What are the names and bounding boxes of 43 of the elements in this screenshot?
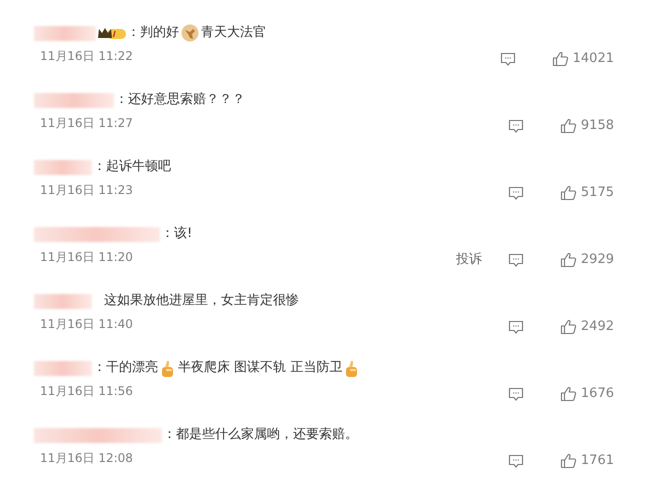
comment-text: 半夜爬床 图谋不轨 正当防卫 <box>178 359 342 378</box>
comment-time: 11月16日 11:23 <box>40 182 133 199</box>
like-count: 5175 <box>580 184 614 202</box>
comment-text: 青天大法官 <box>201 24 266 42</box>
comment-icon[interactable] <box>508 252 524 268</box>
comment-time: 11月16日 11:27 <box>40 115 133 132</box>
comment-icon[interactable] <box>500 52 516 66</box>
comment-text: ：还好意思索赔？？？ <box>115 91 245 110</box>
comment-text: 这如果放他进屋里，女主肯定很惨 <box>104 292 299 310</box>
comment-time: 11月16日 12:08 <box>40 450 133 467</box>
comment-time: 11月16日 11:40 <box>40 316 133 333</box>
blurred-username <box>34 360 92 376</box>
comment-text: ：该! <box>161 225 192 244</box>
report-link[interactable]: 投诉 <box>456 250 482 270</box>
thumbs-up-emoji-icon <box>160 358 176 378</box>
comment-time: 11月16日 11:22 <box>40 48 133 65</box>
comment-text: ：都是些什么家属哟，还要索赔。 <box>163 426 358 444</box>
like-count: 1761 <box>580 452 614 470</box>
comment-text: ：判的好 <box>127 24 179 42</box>
comment-text: ：干的漂亮 <box>93 359 158 378</box>
comment-icon[interactable] <box>508 386 524 402</box>
like-count: 2492 <box>580 318 614 336</box>
blurred-username <box>34 26 96 40</box>
like-count: 14021 <box>572 50 614 68</box>
comment-icon[interactable] <box>508 118 524 134</box>
thumbs-up-icon[interactable] <box>552 51 569 67</box>
comment-time: 11月16日 11:20 <box>40 249 133 266</box>
thumbs-up-icon[interactable] <box>560 319 577 335</box>
thumbs-up-icon[interactable] <box>560 118 577 134</box>
thumbs-up-icon[interactable] <box>560 252 577 268</box>
thumbs-up-icon[interactable] <box>560 386 577 402</box>
comment-time: 11月16日 11:56 <box>40 383 133 400</box>
like-count: 1676 <box>580 385 614 404</box>
thumbs-up-icon[interactable] <box>560 185 577 201</box>
blurred-username <box>34 160 92 174</box>
blurred-username <box>34 294 92 308</box>
comment-icon[interactable] <box>508 186 524 200</box>
thumbs-up-icon[interactable] <box>560 453 577 469</box>
comment-icon[interactable] <box>508 320 524 334</box>
comment-icon[interactable] <box>508 454 524 468</box>
comment-text: ：起诉牛顿吧 <box>93 158 171 176</box>
like-count: 2929 <box>580 251 614 270</box>
like-count: 9158 <box>580 117 614 136</box>
